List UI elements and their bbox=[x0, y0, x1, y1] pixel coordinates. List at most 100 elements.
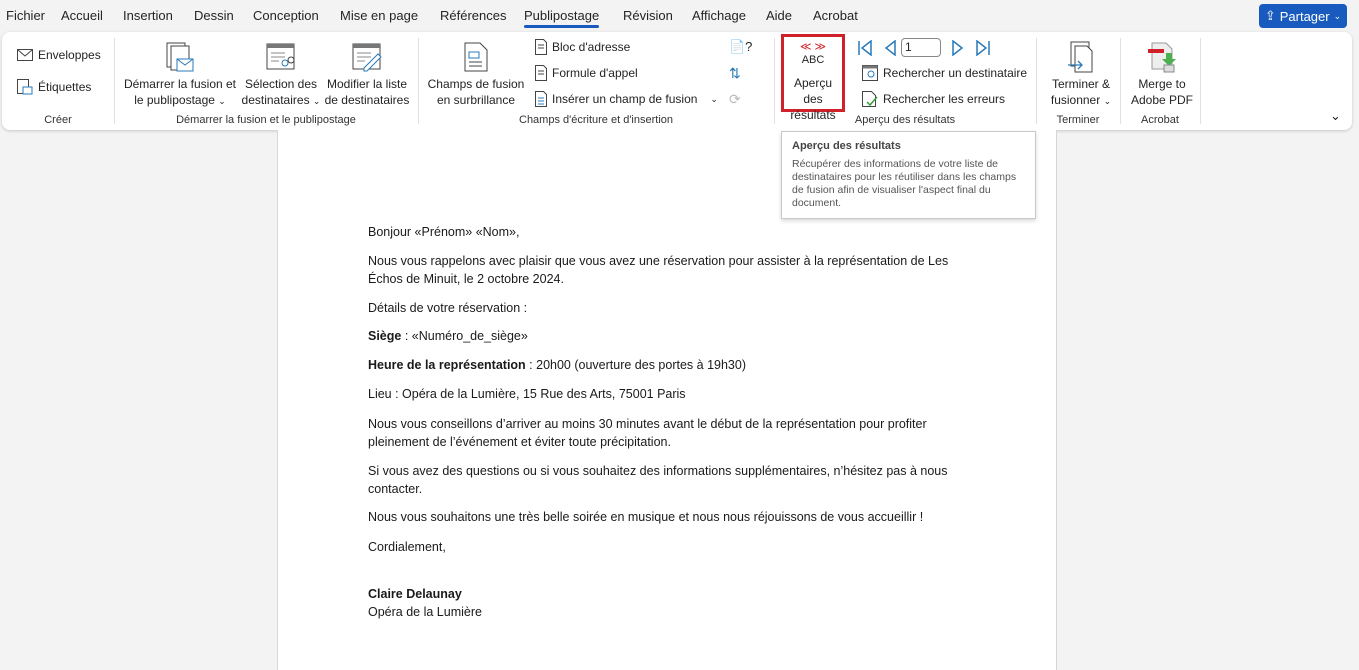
group-label-creer: Créer bbox=[44, 114, 72, 126]
edit-recipient-list-button[interactable]: Modifier la liste de destinataires bbox=[322, 38, 412, 108]
adobe-pdf-merge-icon bbox=[1124, 38, 1200, 76]
tab-insertion[interactable]: Insertion bbox=[123, 8, 173, 23]
chevron-down-icon: ⌄ bbox=[1103, 96, 1112, 106]
update-labels-button[interactable]: ⟳ bbox=[729, 89, 741, 109]
tooltip: Aperçu des résultats Récupérer des infor… bbox=[781, 131, 1036, 219]
labels-button[interactable]: Étiquettes bbox=[17, 77, 91, 97]
tooltip-description: Récupérer des informations de votre list… bbox=[792, 158, 1017, 209]
tab-references[interactable]: Références bbox=[440, 8, 506, 23]
tab-accueil[interactable]: Accueil bbox=[61, 8, 103, 23]
tab-revision[interactable]: Révision bbox=[623, 8, 673, 23]
address-block-button[interactable]: Bloc d'adresse bbox=[535, 37, 630, 57]
previous-record-icon[interactable] bbox=[883, 39, 897, 56]
start-label-1: Démarrer la fusion et bbox=[123, 77, 237, 91]
tab-mise-en-page[interactable]: Mise en page bbox=[340, 8, 418, 23]
envelope-icon bbox=[17, 49, 33, 61]
merge-label-2: Adobe PDF bbox=[1130, 93, 1194, 107]
insert-merge-field-label: Insérer un champ de fusion bbox=[552, 92, 698, 106]
group-label-terminer: Terminer bbox=[1056, 114, 1100, 126]
time-label: Heure de la représentation bbox=[368, 358, 526, 372]
doc-closing: Cordialement, bbox=[368, 540, 446, 554]
highlight-label-2: en surbrillance bbox=[436, 93, 516, 107]
record-navigation: 1 bbox=[857, 38, 991, 57]
preview-arrows-icon: ≪ ≫ bbox=[799, 41, 827, 53]
document-icon bbox=[535, 91, 547, 107]
edit-list-icon bbox=[322, 38, 412, 76]
labels-label: Étiquettes bbox=[38, 80, 92, 94]
rules-button[interactable]: 📄? bbox=[729, 37, 752, 57]
highlight-merge-fields-button[interactable]: Champs de fusion en surbrillance bbox=[424, 38, 528, 108]
rules-icon: 📄? bbox=[729, 39, 753, 54]
finish-merge-button[interactable]: Terminer & fusionner ⌄ bbox=[1042, 38, 1120, 109]
check-errors-icon bbox=[862, 91, 878, 107]
doc-time-line: Heure de la représentation : 20h00 (ouve… bbox=[368, 356, 968, 374]
group-label-champs: Champs d'écriture et d'insertion bbox=[519, 114, 673, 126]
select-label-2: destinataires bbox=[241, 93, 310, 107]
group-label-demarrer: Démarrer la fusion et le publipostage bbox=[176, 114, 356, 126]
chevron-down-icon: ⌄ bbox=[1333, 10, 1342, 21]
envelopes-label: Enveloppes bbox=[38, 48, 101, 62]
doc-paragraph: Détails de votre réservation : bbox=[368, 301, 528, 315]
finish-merge-icon bbox=[1042, 38, 1120, 76]
tab-acrobat[interactable]: Acrobat bbox=[813, 8, 858, 23]
preview-label-1: Aperçu des bbox=[793, 76, 833, 106]
find-recipient-label: Rechercher un destinataire bbox=[883, 66, 1028, 80]
share-button[interactable]: ⇪ Partager ⌄ bbox=[1259, 4, 1347, 28]
edit-label-1: Modifier la liste bbox=[326, 77, 408, 91]
edit-label-2: de destinataires bbox=[324, 93, 410, 107]
tab-publipostage[interactable]: Publipostage bbox=[524, 8, 600, 28]
merge-label-1: Merge to bbox=[1138, 77, 1186, 91]
select-recipients-button[interactable]: Sélection des destinataires ⌄ bbox=[240, 38, 322, 109]
document-icon bbox=[535, 65, 547, 81]
last-record-icon[interactable] bbox=[975, 39, 991, 56]
match-fields-button[interactable]: ⇅ bbox=[729, 63, 741, 83]
greeting-line-label: Formule d'appel bbox=[552, 66, 638, 80]
document-mail-icon bbox=[120, 38, 240, 76]
doc-signer: Claire Delaunay bbox=[368, 587, 462, 601]
check-errors-button[interactable]: Rechercher les erreurs bbox=[862, 89, 1005, 109]
group-label-apercu: Aperçu des résultats bbox=[854, 114, 956, 126]
record-number-input[interactable]: 1 bbox=[901, 38, 941, 57]
seat-value: : «Numéro_de_siège» bbox=[401, 329, 528, 343]
doc-seat-line: Siège : «Numéro_de_siège» bbox=[368, 327, 968, 345]
next-record-icon[interactable] bbox=[951, 39, 965, 56]
first-record-icon[interactable] bbox=[857, 39, 873, 56]
merge-to-adobe-pdf-button[interactable]: Merge to Adobe PDF bbox=[1124, 38, 1200, 108]
seat-label: Siège bbox=[368, 329, 402, 343]
tab-affichage[interactable]: Affichage bbox=[692, 8, 746, 23]
chevron-down-icon: ⌄ bbox=[312, 96, 321, 106]
select-label-1: Sélection des bbox=[244, 77, 318, 91]
doc-place-line: Lieu : Opéra de la Lumière, 15 Rue des A… bbox=[368, 387, 686, 401]
share-label: Partager bbox=[1279, 8, 1330, 24]
doc-paragraph: Nous vous rappelons avec plaisir que vou… bbox=[368, 254, 949, 286]
find-recipient-button[interactable]: Rechercher un destinataire bbox=[862, 63, 1027, 83]
document-icon bbox=[535, 39, 547, 55]
labels-icon bbox=[17, 79, 33, 95]
collapse-ribbon-chevron-icon[interactable]: ⌄ bbox=[1330, 108, 1341, 124]
recipients-list-icon bbox=[240, 38, 322, 76]
highlight-label-1: Champs de fusion bbox=[427, 77, 525, 91]
tooltip-title: Aperçu des résultats bbox=[792, 140, 901, 152]
preview-results-button[interactable]: ≪ ≫ ABC Aperçu des résultats bbox=[781, 34, 845, 122]
doc-organization: Opéra de la Lumière bbox=[368, 605, 482, 619]
chevron-down-icon: ⌄ bbox=[218, 96, 226, 106]
envelopes-button[interactable]: Enveloppes bbox=[17, 45, 101, 65]
group-label-acrobat: Acrobat bbox=[1141, 114, 1179, 126]
greeting-line-button[interactable]: Formule d'appel bbox=[535, 63, 638, 83]
ribbon: Enveloppes Étiquettes Créer Démarrer la … bbox=[2, 32, 1352, 130]
match-fields-icon: ⇅ bbox=[729, 64, 741, 81]
doc-paragraph: Nous vous souhaitons une très belle soir… bbox=[368, 510, 924, 524]
doc-paragraph: Si vous avez des questions ou si vous so… bbox=[368, 464, 948, 496]
start-mail-merge-button[interactable]: Démarrer la fusion et le publipostage ⌄ bbox=[120, 38, 240, 109]
start-label-2: le publipostage bbox=[134, 93, 215, 107]
abc-icon-text: ABC bbox=[801, 54, 825, 66]
tab-dessin[interactable]: Dessin bbox=[194, 8, 234, 23]
find-recipient-icon bbox=[862, 65, 878, 81]
tab-aide[interactable]: Aide bbox=[766, 8, 792, 23]
finish-label-2: fusionner bbox=[1050, 93, 1101, 107]
tab-conception[interactable]: Conception bbox=[253, 8, 319, 23]
tab-fichier[interactable]: Fichier bbox=[6, 8, 45, 23]
highlight-fields-icon bbox=[424, 38, 528, 76]
insert-merge-field-button[interactable]: Insérer un champ de fusion ⌄ bbox=[535, 89, 718, 109]
update-labels-icon: ⟳ bbox=[729, 90, 741, 107]
